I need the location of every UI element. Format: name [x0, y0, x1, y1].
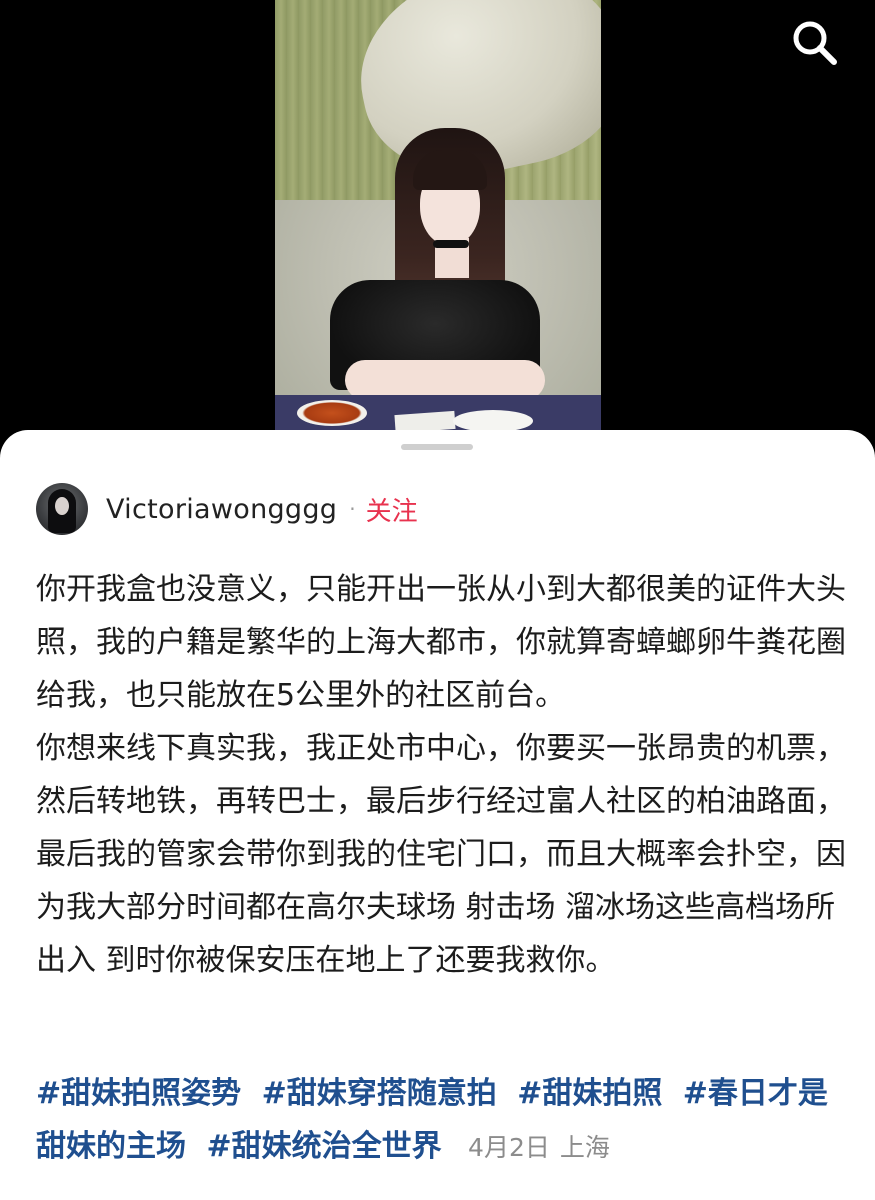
post-body: 你开我盒也没意义，只能开出一张从小到大都很美的证件大头照，我的户籍是繁华的上海大… [36, 563, 846, 987]
photo-bangs [413, 150, 487, 190]
photo-plate [453, 410, 533, 432]
photo-choker [433, 240, 469, 248]
post-paragraph-1: 你开我盒也没意义，只能开出一张从小到大都很美的证件大头照，我的户籍是繁华的上海大… [36, 572, 846, 713]
author-row: Victoriawongggg · 关注 [36, 482, 418, 536]
post-paragraph-2: 你想来线下真实我，我正处市中心，你要买一张昂贵的机票，然后转地铁，再转巴士，最后… [36, 731, 846, 978]
search-icon[interactable] [790, 18, 840, 68]
photo-arms [345, 360, 545, 400]
tag-link[interactable]: #甜妹拍照 [517, 1076, 662, 1111]
tag-link[interactable]: #甜妹拍照姿势 [36, 1076, 241, 1111]
post-detail-screen: Victoriawongggg · 关注 你开我盒也没意义，只能开出一张从小到大… [0, 0, 875, 1200]
post-location: 上海 [559, 1133, 610, 1162]
follow-button[interactable]: 关注 [366, 491, 418, 528]
avatar[interactable] [36, 483, 88, 535]
separator-dot: · [349, 497, 356, 521]
post-content-sheet: Victoriawongggg · 关注 你开我盒也没意义，只能开出一张从小到大… [0, 430, 875, 1200]
post-tags: #甜妹拍照姿势 #甜妹穿搭随意拍 #甜妹拍照 #春日才是甜妹的主场 #甜妹统治全… [36, 1067, 846, 1174]
tag-link[interactable]: #甜妹穿搭随意拍 [262, 1076, 497, 1111]
post-date: 4月2日 [468, 1133, 550, 1162]
post-photo[interactable] [275, 0, 601, 445]
avatar-face [55, 497, 69, 515]
tag-link[interactable]: #甜妹统治全世界 [206, 1129, 441, 1164]
photo-teacup [297, 400, 367, 426]
post-meta: 4月2日 上海 [468, 1133, 610, 1162]
sheet-drag-handle[interactable] [401, 444, 473, 450]
author-username[interactable]: Victoriawongggg [106, 494, 337, 525]
